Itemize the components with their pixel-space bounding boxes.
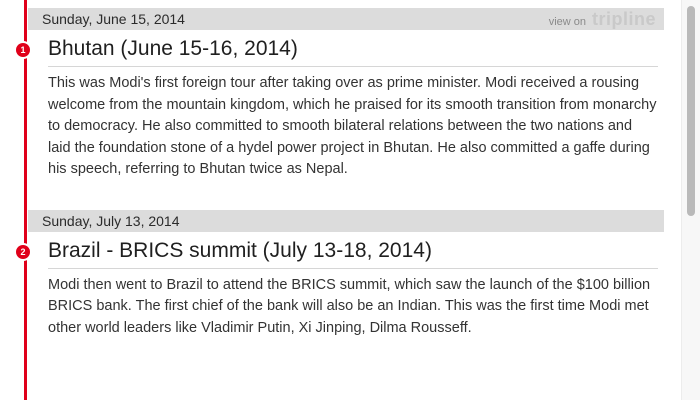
date-bar-1: Sunday, June 15, 2014 view on tripline <box>28 8 664 30</box>
stop-text-2: Modi then went to Brazil to attend the B… <box>48 276 651 336</box>
timeline-content: Sunday, June 15, 2014 view on tripline 1… <box>16 8 664 340</box>
date-label-2: Sunday, July 13, 2014 <box>42 212 180 229</box>
timeline-line <box>24 0 27 400</box>
scrollbar-track[interactable] <box>681 0 700 400</box>
scrollbar-thumb[interactable] <box>687 6 695 216</box>
stop-number-2: 2 <box>20 246 26 257</box>
date-bar-2: Sunday, July 13, 2014 <box>28 209 664 232</box>
timeline-frame: Sunday, June 15, 2014 view on tripline 1… <box>0 0 700 400</box>
date-label-1: Sunday, June 15, 2014 <box>42 11 185 27</box>
tripline-logo: tripline <box>591 8 656 29</box>
stop-number-1: 1 <box>20 45 26 55</box>
stop-title-2[interactable]: Brazil - BRICS summit (July 13-18, 2014) <box>48 238 658 269</box>
view-on-tripline-link[interactable]: view on tripline <box>549 9 656 30</box>
stop-1: 1 Bhutan (June 15-16, 2014) This was Mod… <box>16 30 664 181</box>
view-on-label: view on <box>548 15 586 28</box>
stop-text-1: This was Modi's first foreign tour after… <box>48 75 657 177</box>
stop-marker-1[interactable]: 1 <box>16 43 30 57</box>
stop-title-1[interactable]: Bhutan (June 15-16, 2014) <box>48 36 658 67</box>
stop-marker-2[interactable]: 2 <box>16 244 30 259</box>
stop-2: 2 Brazil - BRICS summit (July 13-18, 201… <box>16 232 664 340</box>
